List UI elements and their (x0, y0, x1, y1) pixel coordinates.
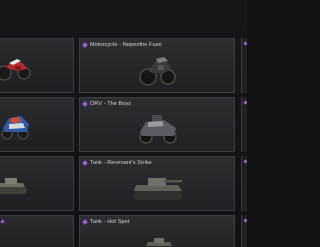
card-title: Motorcycle - Nepenthe Fuse (82, 42, 162, 48)
orv-blue-icon (1, 116, 29, 140)
card-title-text: Tank - Revenant's Strike (90, 160, 152, 166)
vehicle-card-left-2[interactable] (0, 97, 74, 152)
vehicle-card-right-partial-2[interactable] (241, 97, 247, 152)
card-title-text: Tank - Hot Spot (90, 219, 130, 225)
tank-icon (0, 178, 27, 194)
card-title: Tank - Revenant's Strike (82, 160, 152, 166)
vehicle-card-right-partial-1[interactable] (241, 38, 247, 93)
vehicle-card-1[interactable]: Motorcycle - Nepenthe Fuse (79, 38, 235, 93)
card-title: Tank - Hot Spot (82, 219, 130, 225)
motorcycle-icon (139, 57, 176, 86)
vehicle-card-left-1[interactable] (0, 38, 74, 93)
vehicle-card-right-partial-4[interactable] (241, 215, 247, 247)
tank-icon (146, 238, 172, 246)
vehicle-card-right-partial-3[interactable] (241, 156, 247, 211)
card-title: ORV - The Boys (82, 101, 132, 107)
rarity-diamond-icon (82, 101, 88, 107)
card-title-text: Motorcycle - Nepenthe Fuse (90, 42, 162, 48)
vehicle-card-3[interactable]: Tank - Revenant's Strike (79, 156, 235, 211)
tank-icon (134, 178, 182, 200)
vehicle-card-left-4[interactable] (0, 215, 74, 247)
rarity-diamond-icon (82, 160, 88, 166)
card-title-text: ORV - The Boys (90, 101, 132, 107)
rarity-diamond-icon (82, 219, 88, 225)
vehicle-card-left-3[interactable] (0, 156, 74, 211)
vehicle-card-4[interactable]: Tank - Hot Spot (79, 215, 235, 247)
orv-icon (139, 115, 177, 144)
motorcycle-red-icon (0, 59, 31, 81)
vehicle-grid: Motorcycle - Nepenthe Fuse ORV - The Boy… (0, 0, 247, 247)
rarity-diamond-icon (82, 42, 88, 48)
vehicle-card-2[interactable]: ORV - The Boys (79, 97, 235, 152)
